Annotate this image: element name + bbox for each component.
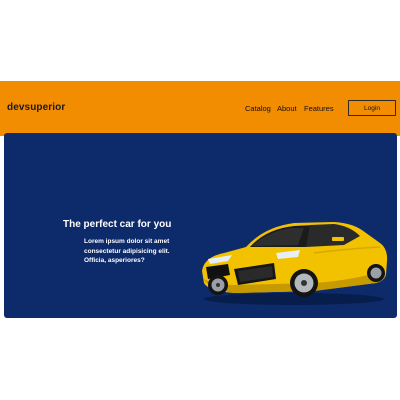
login-button[interactable]: Login [348,100,396,116]
hero-title: The perfect car for you [63,219,172,230]
navbar: devsuperior Catalog About Features Login [0,81,400,136]
nav-link-features[interactable]: Features [304,104,334,113]
nav-link-catalog[interactable]: Catalog [245,104,271,113]
brand-logo[interactable]: devsuperior [7,102,65,113]
car-image [202,222,388,305]
hero-banner: The perfect car for you Lorem ipsum dolo… [4,133,397,318]
nav-link-about[interactable]: About [277,104,297,113]
hero-description: Lorem ipsum dolor sit amet consectetur a… [84,238,170,264]
